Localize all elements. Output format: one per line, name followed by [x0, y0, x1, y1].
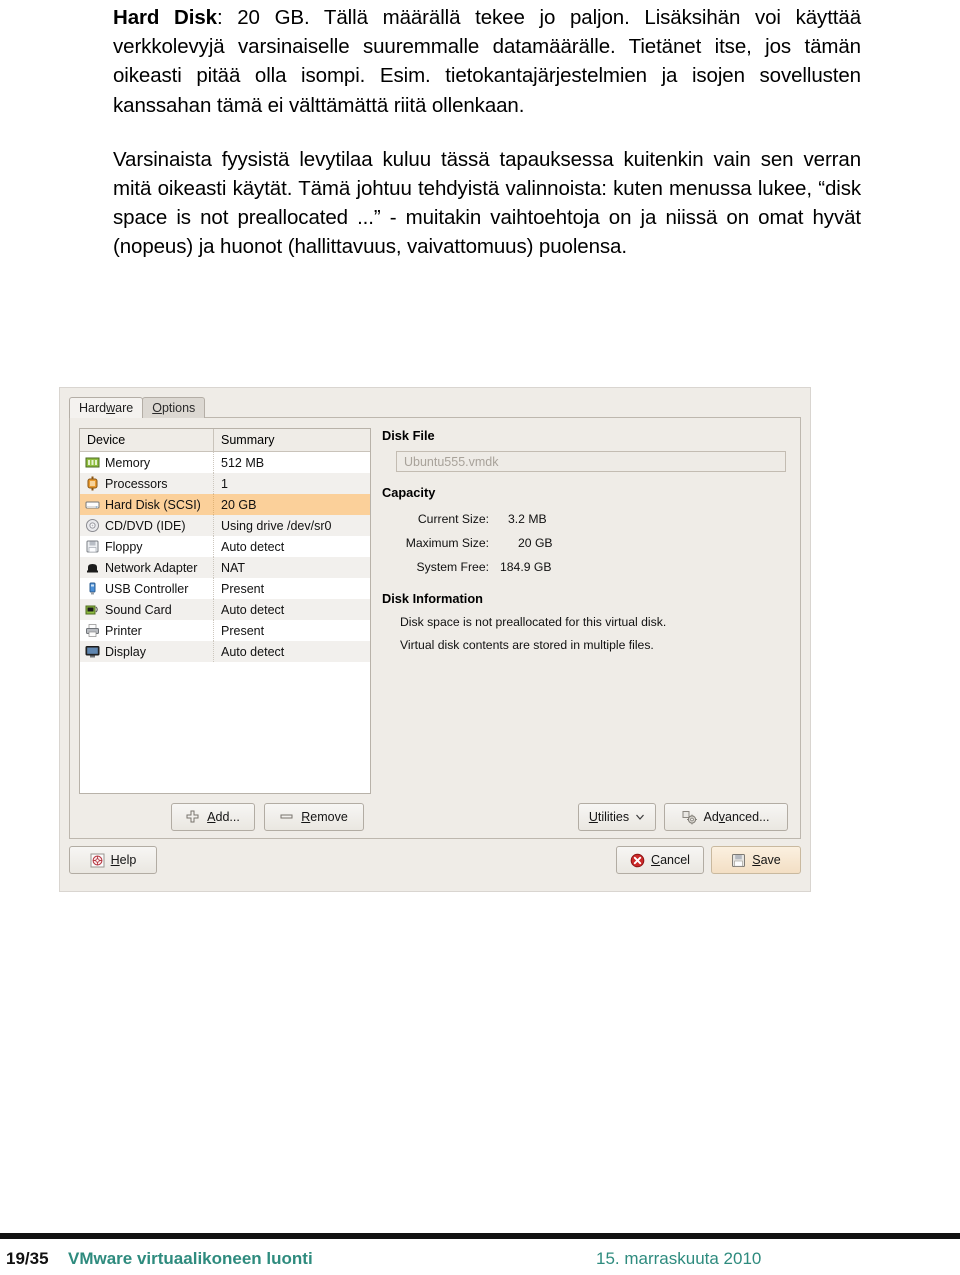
footer-divider — [0, 1233, 960, 1239]
cancel-button[interactable]: Cancel — [616, 846, 704, 874]
vmware-settings-dialog-screenshot: Hardware Options Device Summary Memory 5… — [59, 387, 811, 892]
table-row[interactable]: Processors 1 — [80, 473, 370, 494]
column-header-device[interactable]: Device — [80, 429, 214, 451]
table-row[interactable]: Display Auto detect — [80, 641, 370, 662]
device-action-buttons: Add... Remove Utilities Advanced... — [79, 803, 790, 833]
disk-information-heading: Disk Information — [382, 591, 483, 606]
capacity-label: Maximum Size: — [405, 536, 489, 550]
device-summary: Present — [221, 581, 265, 596]
tab-hardware[interactable]: Hardware — [69, 397, 144, 418]
capacity-row-system-free: System Free: 184.9 GB — [382, 555, 790, 579]
help-button[interactable]: Help — [69, 846, 157, 874]
help-icon — [90, 853, 105, 868]
usb-controller-icon — [85, 581, 100, 596]
capacity-row-maximum-size: Maximum Size: 20 GB — [382, 531, 790, 555]
device-summary: Auto detect — [221, 602, 285, 617]
chevron-down-icon — [635, 812, 645, 822]
paragraph-lead-bold: Hard Disk — [113, 6, 217, 29]
capacity-value: 3.2 MB — [508, 512, 547, 526]
table-row[interactable]: Printer Present — [80, 620, 370, 641]
device-name: Floppy — [105, 539, 143, 554]
hard-disk-icon — [85, 497, 100, 512]
disk-detail-pane: Disk File Ubuntu555.vmdk Capacity Curren… — [382, 428, 790, 652]
advanced-button[interactable]: Advanced... — [664, 803, 788, 831]
table-row[interactable]: Floppy Auto detect — [80, 536, 370, 557]
capacity-label: Current Size: — [417, 512, 489, 526]
device-summary: 20 GB — [221, 497, 257, 512]
disk-information-line: Disk space is not preallocated for this … — [400, 615, 667, 629]
dialog-bottom-bar: Help Cancel Save — [69, 846, 801, 880]
memory-icon — [85, 455, 100, 470]
close-icon — [630, 853, 645, 868]
slide-footer: 19/35 VMware virtuaalikoneen luonti 15. … — [0, 1249, 960, 1275]
dialog-tabstrip: Hardware Options — [69, 397, 206, 418]
page-number: 19/35 — [6, 1249, 49, 1268]
table-row[interactable]: USB Controller Present — [80, 578, 370, 599]
utilities-menu-button[interactable]: Utilities — [578, 803, 656, 831]
table-row[interactable]: CD/DVD (IDE) Using drive /dev/sr0 — [80, 515, 370, 536]
capacity-row-current-size: Current Size: 3.2 MB — [382, 507, 790, 531]
cd-dvd-icon — [85, 518, 100, 533]
processor-icon — [85, 476, 100, 491]
add-device-label: Add... — [207, 810, 240, 824]
device-name: Printer — [105, 623, 142, 638]
table-row-selected[interactable]: Hard Disk (SCSI) 20 GB — [80, 494, 370, 515]
hardware-tab-panel: Device Summary Memory 512 MB Processors … — [69, 417, 801, 839]
device-list-header: Device Summary — [80, 429, 370, 452]
device-summary: Auto detect — [221, 539, 285, 554]
save-button[interactable]: Save — [711, 846, 801, 874]
paragraph-text: Varsinaista fyysistä levytilaa kuluu täs… — [113, 147, 861, 259]
device-summary: 512 MB — [221, 455, 265, 470]
help-label: Help — [110, 853, 137, 867]
paragraph-hard-disk: Hard Disk: 20 GB. Tällä määrällä tekee j… — [113, 3, 861, 120]
device-name: Network Adapter — [105, 560, 198, 575]
plus-icon — [186, 810, 201, 825]
paragraph-disk-space: Varsinaista fyysistä levytilaa kuluu täs… — [113, 145, 861, 262]
tab-options[interactable]: Options — [142, 397, 206, 418]
device-list[interactable]: Device Summary Memory 512 MB Processors … — [79, 428, 371, 794]
disk-file-heading: Disk File — [382, 428, 435, 443]
floppy-icon — [85, 539, 100, 554]
paragraph-text: : 20 GB. Tällä määrällä tekee jo paljon.… — [113, 6, 861, 117]
minus-icon — [280, 810, 295, 825]
presentation-title: VMware virtuaalikoneen luonti — [68, 1249, 313, 1268]
device-name: Hard Disk (SCSI) — [105, 497, 201, 512]
device-summary: Using drive /dev/sr0 — [221, 518, 332, 533]
display-icon — [85, 644, 100, 659]
advanced-label: Advanced... — [703, 810, 770, 824]
slide-body-text: Hard Disk: 20 GB. Tällä määrällä tekee j… — [113, 0, 861, 262]
column-header-summary[interactable]: Summary — [214, 429, 370, 451]
device-summary: NAT — [221, 560, 246, 575]
sound-card-icon — [85, 602, 100, 617]
disk-information-line: Virtual disk contents are stored in mult… — [400, 638, 654, 652]
table-row[interactable]: Network Adapter NAT — [80, 557, 370, 578]
remove-device-label: Remove — [301, 810, 348, 824]
device-name: CD/DVD (IDE) — [105, 518, 186, 533]
save-label: Save — [752, 853, 781, 867]
table-row[interactable]: Sound Card Auto detect — [80, 599, 370, 620]
save-floppy-icon — [731, 853, 746, 868]
capacity-label: System Free: — [416, 560, 489, 574]
device-name: Processors — [105, 476, 168, 491]
table-row[interactable]: Memory 512 MB — [80, 452, 370, 473]
presentation-date: 15. marraskuuta 2010 — [596, 1249, 762, 1268]
cancel-label: Cancel — [651, 853, 690, 867]
disk-file-input[interactable]: Ubuntu555.vmdk — [396, 451, 786, 472]
device-name: USB Controller — [105, 581, 189, 596]
utilities-label: Utilities — [588, 810, 630, 824]
device-summary: 1 — [221, 476, 228, 491]
device-name: Sound Card — [105, 602, 172, 617]
device-name: Display — [105, 644, 146, 659]
device-name: Memory — [105, 455, 151, 470]
device-summary: Auto detect — [221, 644, 285, 659]
remove-device-button[interactable]: Remove — [264, 803, 364, 831]
device-summary: Present — [221, 623, 265, 638]
capacity-value: 20 GB — [518, 536, 553, 550]
gears-icon — [682, 810, 698, 825]
network-adapter-icon — [85, 560, 100, 575]
capacity-heading: Capacity — [382, 485, 436, 500]
add-device-button[interactable]: Add... — [171, 803, 255, 831]
capacity-value: 184.9 GB — [500, 560, 552, 574]
printer-icon — [85, 623, 100, 638]
